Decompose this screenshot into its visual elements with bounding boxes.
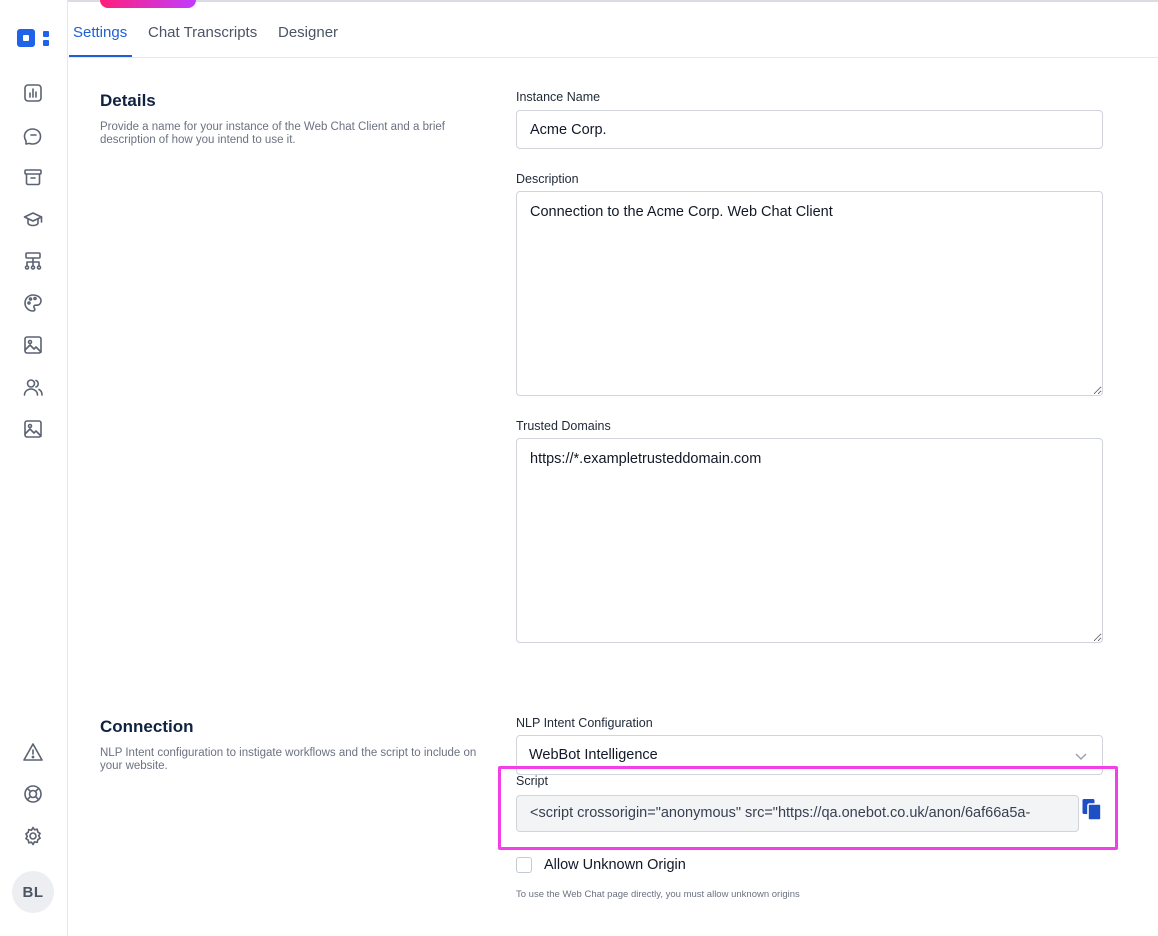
image-icon[interactable] [22, 418, 44, 440]
tab-settings[interactable]: Settings [73, 24, 127, 41]
description-textarea[interactable]: Connection to the Acme Corp. Web Chat Cl… [516, 191, 1103, 396]
logo-dot [43, 40, 49, 46]
flow-icon[interactable] [22, 250, 44, 272]
tab-chat-transcripts[interactable]: Chat Transcripts [148, 24, 257, 41]
script-highlight-box [498, 766, 1118, 850]
users-icon[interactable] [22, 376, 44, 398]
description-label: Description [516, 172, 579, 186]
avatar[interactable]: BL [12, 871, 54, 913]
instance-name-input[interactable] [516, 110, 1103, 149]
archive-icon[interactable] [22, 166, 44, 188]
nlp-config-label: NLP Intent Configuration [516, 716, 653, 730]
warning-icon[interactable] [22, 741, 44, 763]
allow-unknown-origin-checkbox[interactable] [516, 857, 532, 873]
active-tab-indicator [69, 55, 132, 57]
gear-icon[interactable] [22, 825, 44, 847]
details-description: Provide a name for your instance of the … [100, 121, 445, 146]
chevron-down-icon [1074, 749, 1088, 763]
image-icon[interactable] [22, 334, 44, 356]
graduation-cap-icon[interactable] [22, 208, 44, 230]
app-logo[interactable] [17, 29, 51, 47]
tab-bar: Settings Chat Transcripts Designer [69, 0, 1158, 58]
chat-bubbles-icon[interactable] [22, 124, 44, 146]
instance-name-label: Instance Name [516, 90, 601, 104]
palette-icon[interactable] [22, 292, 44, 314]
logo-square [17, 29, 35, 47]
tab-designer[interactable]: Designer [278, 24, 338, 41]
allow-unknown-origin-label[interactable]: Allow Unknown Origin [544, 857, 686, 873]
logo-dot [43, 31, 49, 37]
connection-title: Connection [100, 717, 194, 736]
allow-unknown-origin-hint: To use the Web Chat page directly, you m… [516, 889, 800, 900]
details-title: Details [100, 91, 156, 110]
connection-description: NLP Intent configuration to instigate wo… [100, 747, 477, 772]
chart-icon[interactable] [22, 82, 44, 104]
nlp-config-value: WebBot Intelligence [529, 747, 658, 763]
trusted-domains-textarea[interactable]: https://*.exampletrusteddomain.com [516, 438, 1103, 643]
trusted-domains-label: Trusted Domains [516, 419, 611, 433]
sidebar: BL [0, 0, 68, 936]
help-lifebuoy-icon[interactable] [22, 783, 44, 805]
